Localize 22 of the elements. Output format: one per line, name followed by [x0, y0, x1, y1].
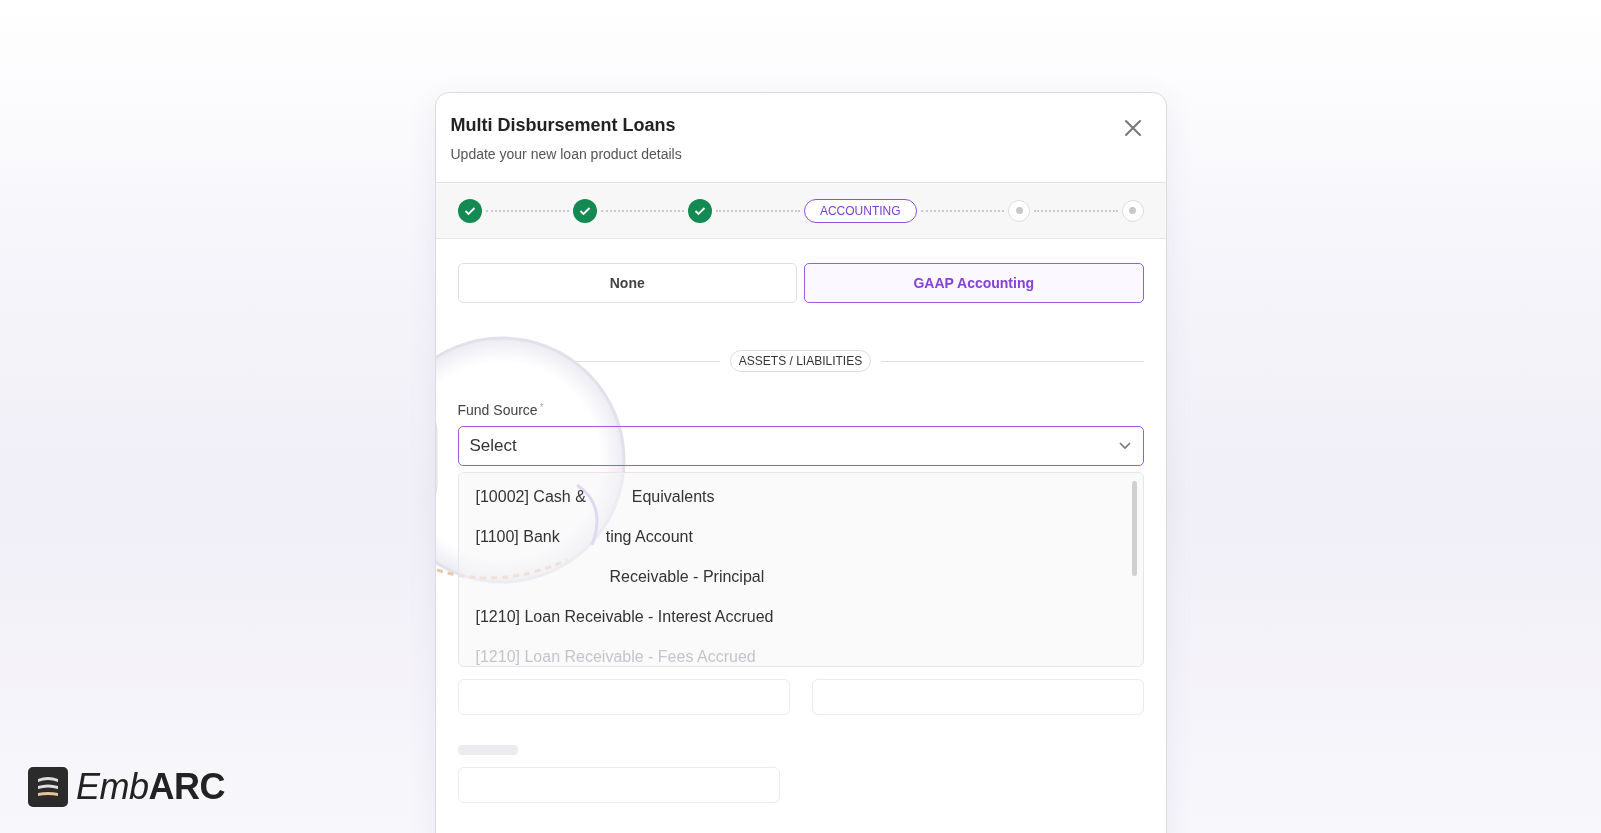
option-button[interactable]: GAAP Accounting [804, 263, 1144, 303]
chevron-icon [1117, 441, 1132, 451]
option-text[interactable]: [10002] Cash & [475, 488, 586, 506]
option-button[interactable]: None [457, 263, 797, 303]
field-label: Fund Source [457, 402, 538, 418]
check-icon[interactable] [688, 198, 713, 223]
scrollbar[interactable] [1131, 481, 1137, 576]
check-icon[interactable] [457, 198, 482, 223]
brand-name: EmbARC [76, 766, 226, 808]
option-text[interactable]: Receivable - Principal [609, 568, 765, 586]
check-icon[interactable] [572, 198, 597, 223]
current-step[interactable]: ACCOUNTING [803, 198, 917, 223]
option-text[interactable]: Equivalents [631, 488, 715, 506]
option-text[interactable]: [1100] Bank [475, 528, 560, 546]
select-field[interactable]: Select [457, 426, 1144, 466]
dialog-title: Multi Disbursement Loans [450, 115, 677, 136]
option-text[interactable]: [1210] Loan Receivable - Interest Accrued [475, 608, 774, 626]
required-mark: * [539, 402, 544, 415]
logo-icon [28, 767, 68, 807]
option-text[interactable]: ting Account [605, 528, 693, 546]
section-label: ASSETS / LIABILITIES [729, 350, 872, 372]
dialog-subtitle: Update your new loan product details [450, 146, 682, 162]
